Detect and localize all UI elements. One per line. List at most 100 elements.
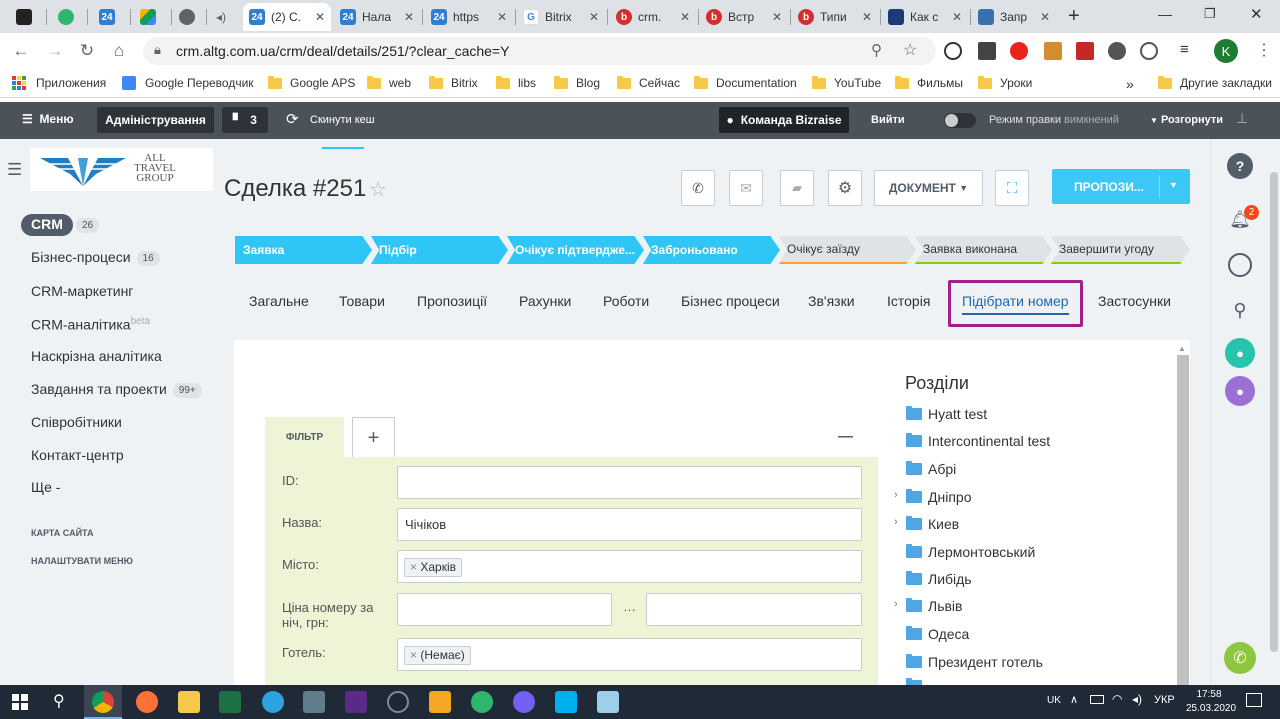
tab-business-processes[interactable]: Бізнес процеси	[681, 293, 780, 309]
close-icon[interactable]: ✕	[589, 10, 599, 24]
tab-pinned-4[interactable]	[134, 3, 168, 31]
bookmark-folder[interactable]: libs	[496, 75, 536, 90]
tab-item[interactable]: Запр ✕	[972, 3, 1056, 31]
tab-offers[interactable]: Пропозиції	[417, 293, 487, 309]
chrome-icon[interactable]	[92, 691, 114, 713]
filter-city-input[interactable]: × Харків	[397, 550, 862, 583]
phpstorm-icon[interactable]	[345, 691, 367, 713]
stage-item[interactable]: Заброньовано	[643, 236, 780, 264]
section-item[interactable]: Дніпро	[906, 489, 971, 505]
dropper-extension-icon[interactable]	[978, 42, 996, 60]
pin-icon[interactable]: ⊥	[1236, 110, 1248, 127]
star-icon[interactable]: ☆	[369, 177, 387, 202]
app-check-icon[interactable]	[471, 691, 493, 713]
clock[interactable]: 17:58 25.03.2020	[1186, 688, 1236, 716]
notifications-counter-button[interactable]: ▘ 3	[222, 107, 268, 133]
search-icon[interactable]: ⚲	[1225, 295, 1255, 325]
menu-item-more[interactable]: Ще -	[31, 479, 60, 495]
close-icon[interactable]: ✕	[497, 10, 507, 24]
close-icon[interactable]: ✕	[862, 10, 872, 24]
page-scrollbar-thumb[interactable]	[1270, 172, 1278, 652]
extension-icon[interactable]	[1044, 42, 1062, 60]
section-item[interactable]: Hyatt test	[906, 406, 987, 422]
logout-button[interactable]: Вийти	[871, 114, 905, 126]
tab-item[interactable]: Как с ✕	[882, 3, 968, 31]
bookmark-folder[interactable]: Documentation	[694, 75, 797, 90]
home-button[interactable]: ⌂	[108, 40, 130, 62]
tab-invoices[interactable]: Рахунки	[519, 293, 571, 309]
stage-item[interactable]: Очікує підтвердже...	[507, 236, 644, 264]
close-icon[interactable]: ✕	[1040, 10, 1050, 24]
propose-button[interactable]: ПРОПОЗИ... ▼	[1052, 169, 1190, 204]
scroll-up-arrow[interactable]: ▲	[1178, 344, 1186, 353]
section-item[interactable]: Киев	[906, 516, 959, 532]
collapse-filter-button[interactable]: —	[838, 428, 853, 445]
tab-relations[interactable]: Зв'язки	[808, 293, 855, 309]
bookmark-folder[interactable]: web	[367, 75, 411, 90]
add-filter-button[interactable]: +	[352, 417, 395, 458]
help-icon[interactable]: ?	[1227, 153, 1253, 179]
settings-button[interactable]: ⚙	[828, 170, 862, 206]
restore-button[interactable]: ❐	[1204, 6, 1216, 22]
expand-chevron-icon[interactable]: ›	[894, 489, 898, 501]
user-avatar-icon[interactable]: ●	[1225, 338, 1255, 368]
more-menu-icon[interactable]: ⋮	[1256, 40, 1272, 60]
filter-name-input[interactable]: Чічіков	[397, 508, 862, 541]
tab-pinned-1[interactable]	[10, 3, 42, 31]
opera-extension-icon[interactable]	[1010, 42, 1028, 60]
close-icon[interactable]: ✕	[952, 10, 962, 24]
pdf-extension-icon[interactable]	[1076, 42, 1094, 60]
tab-item[interactable]: 24 Нала ✕	[334, 3, 420, 31]
section-item[interactable]: Одеса	[906, 626, 969, 642]
call-button[interactable]: ✆	[681, 170, 715, 206]
sublime-icon[interactable]	[429, 691, 451, 713]
close-icon[interactable]: ✕	[404, 10, 414, 24]
chevron-up-icon[interactable]: ∧	[1070, 693, 1078, 706]
setup-menu-link[interactable]: НАЛАШТУВАТИ МЕНЮ	[31, 556, 133, 566]
bookmark-folder[interactable]: Сейчас	[617, 75, 680, 90]
menu-item-contact-center[interactable]: Контакт-центр	[31, 447, 124, 463]
address-bar[interactable]: 🔒︎ crm.altg.com.ua/crm/deal/details/251/…	[143, 37, 936, 65]
playlist-icon[interactable]: ≡	[1180, 41, 1189, 58]
app-icon[interactable]	[303, 691, 325, 713]
bookmark-folder[interactable]: Уроки	[978, 75, 1032, 90]
menu-item-end-to-end-analytics[interactable]: Наскрізна аналітика	[31, 348, 162, 364]
chat-button[interactable]: ▰	[780, 170, 814, 206]
page-scrollbar-track[interactable]	[1268, 172, 1280, 685]
forward-button[interactable]: →	[44, 40, 66, 62]
menu-item-crm-analytics[interactable]: CRM-аналітикаbeta	[31, 316, 150, 333]
company-logo[interactable]: ALL TRAVEL GROUP	[30, 148, 213, 191]
menu-item-business-processes[interactable]: Бізнес-процеси 16	[31, 249, 160, 266]
tab-active[interactable]: 24 (2) С. ✕	[243, 3, 331, 31]
close-icon[interactable]: ✕	[772, 10, 782, 24]
section-item[interactable]: Президент готель	[906, 654, 1043, 670]
filter-hotel-input[interactable]: × (Немає)	[397, 638, 862, 671]
expand-chevron-icon[interactable]: ›	[894, 598, 898, 610]
bookmark-folder[interactable]: Bitrix	[429, 75, 478, 90]
admin-menu-button[interactable]: ☰ Меню	[22, 112, 74, 126]
telegram-icon[interactable]	[262, 691, 284, 713]
tab-pinned-3[interactable]: 24	[93, 3, 127, 31]
bookmark-star-icon[interactable]: ☆	[903, 40, 917, 60]
window-close-button[interactable]: ✕	[1250, 5, 1263, 23]
stage-item[interactable]: Завершити угоду	[1051, 236, 1190, 264]
tab-item[interactable]: b crm. ✕	[610, 3, 696, 31]
close-icon[interactable]: ✕	[680, 10, 690, 24]
bookmark-folder[interactable]: YouTube	[812, 75, 881, 90]
phone-call-icon[interactable]: ✆	[1224, 642, 1256, 674]
minimize-button[interactable]: —	[1158, 6, 1172, 22]
reset-cache-button[interactable]: Скинути кеш	[310, 114, 375, 126]
menu-item-crm-marketing[interactable]: CRM-маркетинг	[31, 283, 133, 299]
viber-icon[interactable]	[513, 691, 535, 713]
tab-item[interactable]: G Bitrix ✕	[517, 3, 605, 31]
zoom-icon[interactable]: ⚲	[871, 41, 882, 59]
reload-button[interactable]: ↻	[76, 40, 98, 62]
tab-general[interactable]: Загальне	[249, 293, 309, 309]
extension-icon[interactable]	[944, 42, 962, 60]
tab-pinned-6[interactable]: ◂)	[210, 3, 242, 31]
profile-avatar[interactable]: K	[1214, 39, 1238, 63]
tab-products[interactable]: Товари	[339, 293, 385, 309]
stage-item[interactable]: Заявка виконана	[915, 236, 1052, 264]
keyboard-layout[interactable]: UK	[1047, 695, 1061, 706]
user-avatar-icon[interactable]: ●	[1225, 376, 1255, 406]
